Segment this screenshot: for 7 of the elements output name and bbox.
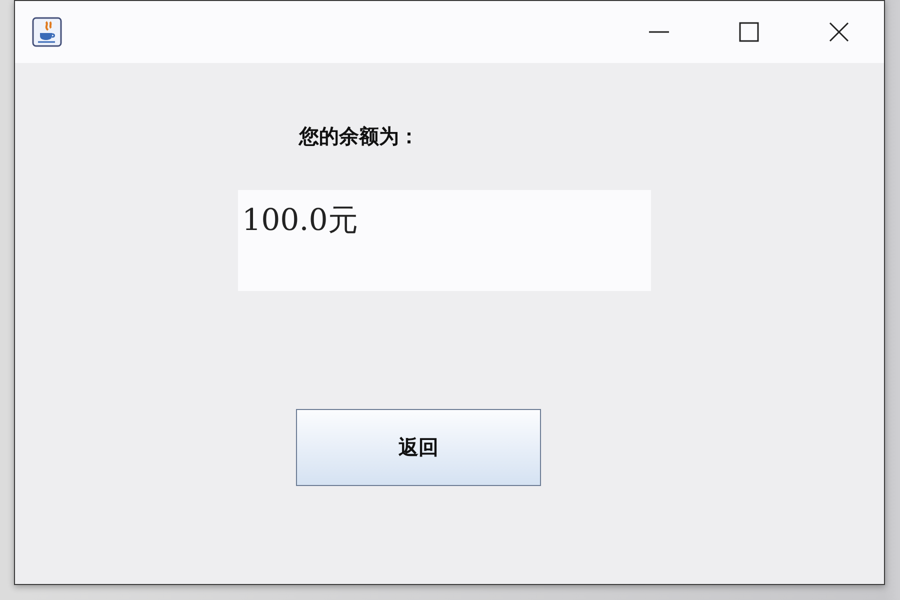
minimize-icon [649,31,669,33]
balance-label: 您的余额为： [299,123,419,150]
back-button[interactable]: 返回 [296,409,541,486]
coffee-cup-icon [32,17,62,47]
balance-field[interactable]: 100.0元 [238,190,651,291]
maximize-icon [739,22,759,42]
close-icon [829,22,849,42]
